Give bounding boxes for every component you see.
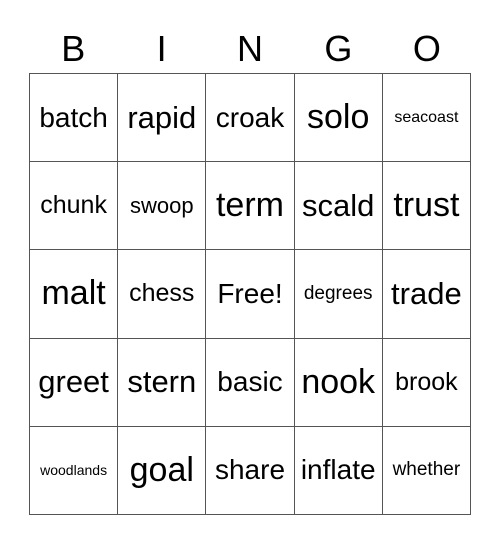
cell-word: seacoast	[394, 108, 459, 126]
bingo-cell[interactable]: scald	[294, 162, 383, 251]
bingo-cell[interactable]: degrees	[294, 250, 383, 339]
cell-word: swoop	[129, 192, 194, 218]
header-letter-n: N	[237, 28, 264, 69]
cell-word: share	[214, 454, 286, 486]
bingo-cell[interactable]: chess	[118, 250, 207, 339]
bingo-cell[interactable]: basic	[206, 338, 295, 427]
bingo-cell[interactable]: batch	[30, 74, 119, 163]
bingo-cell[interactable]: stern	[118, 338, 207, 427]
bingo-cell[interactable]: term	[206, 162, 295, 251]
cell-word: basic	[217, 366, 283, 398]
header-letter-o: O	[412, 28, 441, 69]
free-space-cell[interactable]: Free!	[206, 250, 295, 339]
bingo-cell[interactable]: share	[206, 426, 295, 515]
cell-word: degrees	[303, 282, 373, 304]
cell-word: chess	[129, 279, 195, 308]
header-letter-i: I	[156, 28, 167, 69]
bingo-cell[interactable]: greet	[30, 338, 119, 427]
bingo-cell[interactable]: trade	[382, 250, 471, 339]
cell-word: rapid	[127, 99, 197, 135]
bingo-cell[interactable]: trust	[382, 162, 471, 251]
bingo-header: B I N G O	[29, 26, 471, 72]
bingo-cell[interactable]: swoop	[118, 162, 207, 251]
bingo-board: batch rapid croak solo seacoast chunk swoop ter…	[29, 73, 471, 515]
cell-word: woodlands	[40, 462, 108, 479]
cell-word: goal	[129, 450, 194, 489]
cell-word: malt	[41, 274, 106, 313]
cell-word: solo	[307, 98, 370, 137]
bingo-cell[interactable]: malt	[30, 250, 119, 339]
cell-word: brook	[395, 367, 458, 396]
bingo-cell[interactable]: whether	[382, 426, 471, 515]
cell-word: scald	[302, 187, 375, 223]
bingo-cell[interactable]: brook	[382, 338, 471, 427]
cell-word: whether	[392, 459, 461, 481]
bingo-cell[interactable]: seacoast	[382, 74, 471, 163]
bingo-cell[interactable]: rapid	[118, 74, 207, 163]
cell-word: chunk	[40, 191, 107, 220]
cell-word: stern	[127, 364, 197, 400]
cell-word: croak	[215, 101, 285, 133]
cell-word: trade	[391, 275, 462, 311]
bingo-cell[interactable]: croak	[206, 74, 295, 163]
bingo-cell[interactable]: inflate	[294, 426, 383, 515]
bingo-cell[interactable]: chunk	[30, 162, 119, 251]
header-letter-b: B	[61, 28, 86, 69]
header-letter-g: G	[324, 28, 353, 69]
bingo-cell[interactable]: nook	[294, 338, 383, 427]
bingo-cell[interactable]: goal	[118, 426, 207, 515]
cell-word: trust	[393, 186, 460, 225]
cell-word: batch	[39, 101, 108, 133]
cell-word: inflate	[300, 454, 376, 486]
bingo-cell[interactable]: solo	[294, 74, 383, 163]
cell-word: Free!	[217, 277, 283, 309]
cell-word: nook	[301, 362, 376, 401]
bingo-cell[interactable]: woodlands	[30, 426, 119, 515]
cell-word: greet	[38, 364, 109, 400]
cell-word: term	[215, 186, 284, 225]
